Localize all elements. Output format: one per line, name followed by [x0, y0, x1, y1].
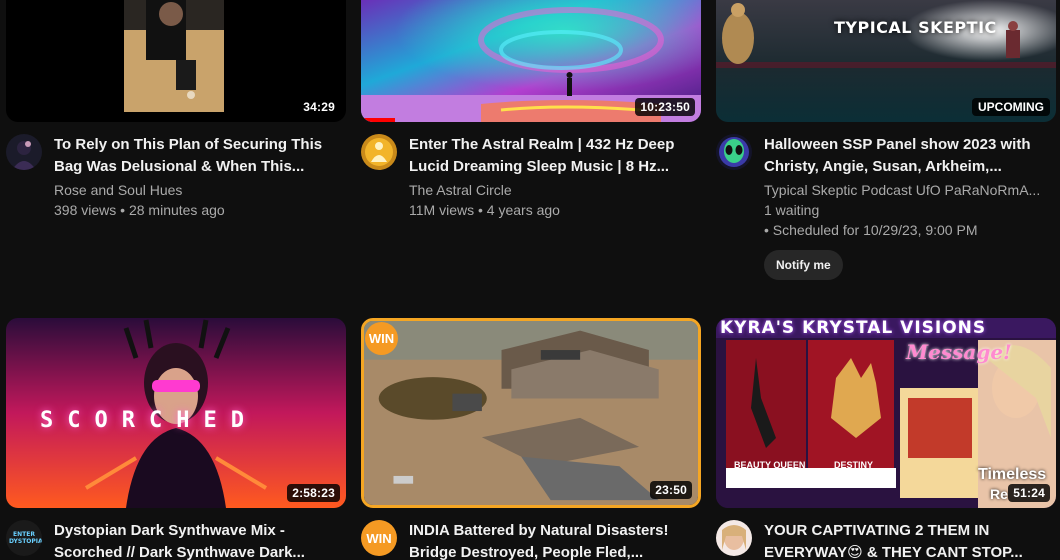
channel-avatar-text: WIN: [366, 530, 392, 546]
channel-name[interactable]: Rose and Soul Hues: [54, 180, 334, 200]
video-title[interactable]: INDIA Battered by Natural Disasters! Bri…: [409, 520, 689, 560]
thumbnail-message-text: Message!: [906, 340, 1012, 364]
video-stats: 11M views • 4 years ago: [409, 202, 560, 218]
channel-avatar[interactable]: ENTER DYSTOPIA: [6, 520, 42, 556]
channel-name[interactable]: Typical Skeptic Podcast UfO PaRaNoRmA...: [764, 180, 1044, 200]
channel-avatar[interactable]: [361, 134, 397, 170]
duration-badge: 34:29: [298, 98, 340, 116]
channel-avatar[interactable]: [6, 134, 42, 170]
video-thumbnail-2[interactable]: 10:23:50: [361, 0, 701, 122]
waiting-count: 1 waiting: [764, 202, 820, 218]
video-title[interactable]: YOUR CAPTIVATING 2 THEM IN EVERYWAY😍 & T…: [764, 520, 1044, 560]
upload-age: 4 years ago: [486, 202, 560, 218]
video-thumbnail-6[interactable]: KYRA'S KRYSTAL VISIONS Message! BEAUTY Q…: [716, 318, 1056, 508]
duration-badge: 10:23:50: [635, 98, 695, 116]
duration-badge: 51:24: [1008, 484, 1050, 502]
thumbnail-image: [6, 0, 346, 122]
scheduled-time: • Scheduled for 10/29/23, 9:00 PM: [764, 222, 978, 238]
thumbnail-overlay-text-2: Re: [990, 486, 1008, 502]
thumbnail-overlay-text: Timeless: [978, 466, 1047, 483]
thumbnail-header-text: KYRA'S KRYSTAL VISIONS: [720, 318, 987, 338]
video-title[interactable]: Dystopian Dark Synthwave Mix - Scorched …: [54, 520, 334, 560]
video-thumbnail-5[interactable]: WIN 23:50: [361, 318, 701, 508]
channel-name[interactable]: The Astral Circle: [409, 180, 689, 200]
channel-avatar[interactable]: WIN: [361, 520, 397, 556]
duration-badge: 23:50: [650, 481, 692, 499]
upload-age: 28 minutes ago: [128, 202, 225, 218]
card-label-destiny: DESTINY: [834, 460, 874, 470]
card-label-beauty-queen: BEAUTY QUEEN: [734, 460, 806, 470]
view-count: 398 views: [54, 202, 117, 218]
video-title[interactable]: Enter The Astral Realm | 432 Hz Deep Luc…: [409, 134, 689, 178]
video-stats: 398 views • 28 minutes ago: [54, 202, 225, 218]
notify-me-button[interactable]: Notify me: [764, 250, 843, 280]
watch-progress-bar: [361, 118, 395, 122]
duration-badge: 2:58:23: [287, 484, 340, 502]
upcoming-badge: UPCOMING: [972, 98, 1050, 116]
thumbnail-title-text: SCORCHED: [40, 408, 258, 433]
video-thumbnail-4[interactable]: SCORCHED 2:58:23: [6, 318, 346, 508]
thumbnail-title-text: TYPICAL SKEPTIC: [834, 18, 997, 37]
channel-avatar[interactable]: [716, 134, 752, 170]
win-badge: WIN: [365, 322, 398, 355]
video-title[interactable]: To Rely on This Plan of Securing This Ba…: [54, 134, 334, 178]
view-count: 11M views: [409, 202, 475, 218]
video-thumbnail-1[interactable]: 34:29: [6, 0, 346, 122]
thumbnail-image: [364, 321, 698, 505]
video-thumbnail-3[interactable]: TYPICAL SKEPTIC UPCOMING: [716, 0, 1056, 122]
video-title[interactable]: Halloween SSP Panel show 2023 with Chris…: [764, 134, 1044, 178]
channel-avatar-text: ENTER DYSTOPIA: [9, 531, 42, 545]
channel-avatar[interactable]: [716, 520, 752, 556]
